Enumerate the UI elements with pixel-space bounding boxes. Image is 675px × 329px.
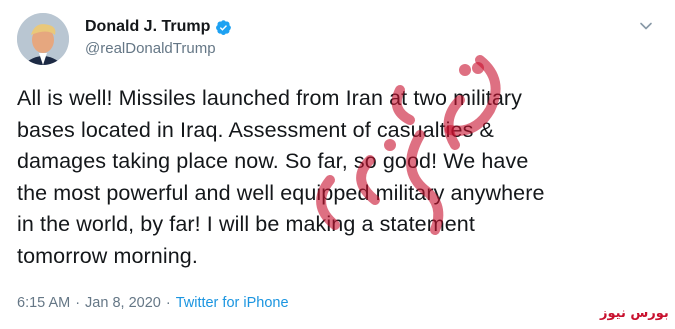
- chevron-down-icon[interactable]: [638, 18, 654, 34]
- tweet-source-link[interactable]: Twitter for iPhone: [176, 295, 289, 311]
- watermark-corner-text: بورس نیوز: [600, 306, 669, 321]
- user-handle[interactable]: @realDonaldTrump: [85, 40, 216, 57]
- verified-badge-icon: [216, 19, 232, 35]
- author-name-row: Donald J. Trump: [85, 17, 232, 37]
- tweet-meta: 6:15 AM · Jan 8, 2020 · Twitter for iPho…: [17, 295, 289, 311]
- display-name[interactable]: Donald J. Trump: [85, 18, 210, 36]
- tweet-date[interactable]: Jan 8, 2020: [85, 295, 161, 311]
- meta-separator: ·: [165, 295, 171, 311]
- tweet-text: All is well! Missiles launched from Iran…: [17, 86, 545, 268]
- tweet-time[interactable]: 6:15 AM: [17, 295, 70, 311]
- meta-separator: ·: [75, 295, 81, 311]
- avatar-image: [17, 13, 69, 65]
- avatar[interactable]: [17, 13, 69, 65]
